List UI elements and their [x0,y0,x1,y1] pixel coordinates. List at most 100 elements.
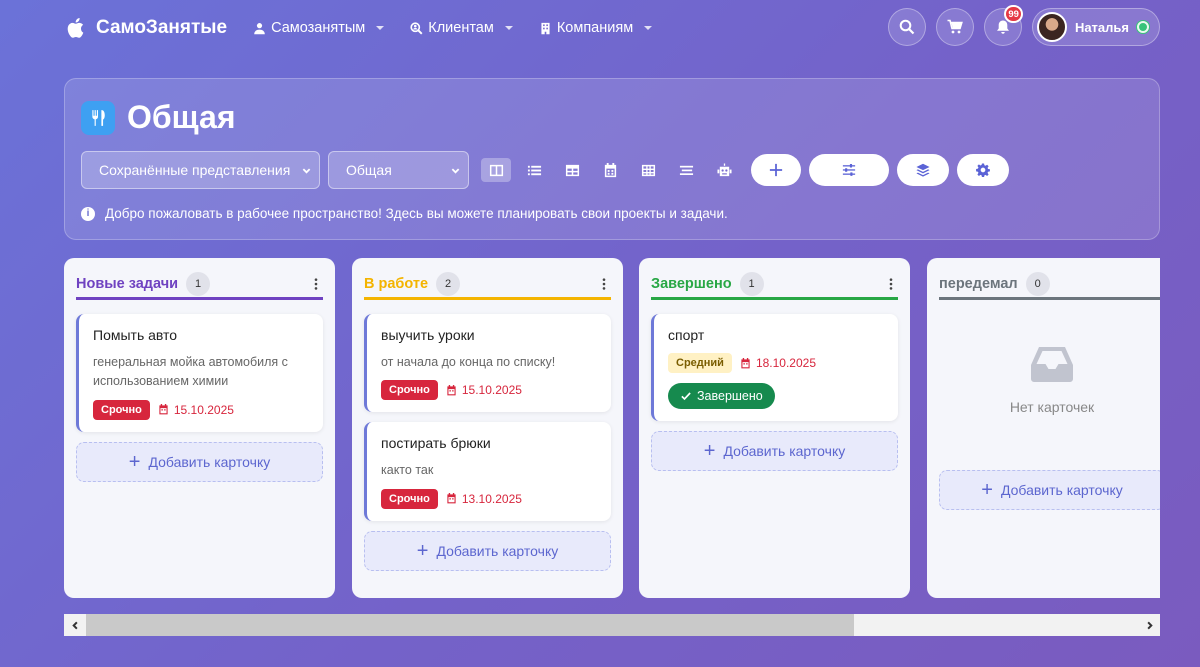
info-message: i Добро пожаловать в рабочее пространств… [81,206,728,221]
gear-icon [976,163,990,177]
inbox-icon [1031,347,1073,382]
column-header: В работе 2 [364,270,611,300]
due-date-text: 15.10.2025 [461,383,522,398]
grid-icon [641,164,655,176]
view-controls: Сохранённые представления Общая [81,151,1009,189]
priority-badge: Средний [668,353,732,373]
saved-views-select[interactable]: Сохранённые представления [81,151,320,189]
completed-status-button[interactable]: Завершено [668,383,775,409]
search-icon [899,19,915,35]
page-title: Общая [127,99,236,135]
due-date-text: 15.10.2025 [173,402,234,417]
view-calendar-button[interactable] [595,158,625,182]
view-grid-button[interactable] [633,158,663,182]
column-count-badge: 2 [436,271,461,296]
cart-icon [947,19,963,34]
layers-button[interactable] [897,154,949,186]
due-date-text: 18.10.2025 [755,356,816,370]
column-title: передемал [939,275,1018,292]
scrollbar-thumb[interactable] [86,614,854,636]
chevron-down-icon [504,26,513,30]
layers-icon [916,163,930,177]
add-card-button[interactable]: + Добавить карточку [76,441,323,482]
due-date: 15.10.2025 [158,403,234,417]
horizontal-scrollbar[interactable] [64,614,1160,636]
search-button[interactable] [887,8,926,46]
check-icon [681,392,691,401]
filters-button[interactable] [809,154,889,186]
sliders-icon [842,164,856,176]
card-description: както так [381,463,434,478]
nav-menu-clients[interactable]: Клиентам [410,20,513,36]
search-user-icon [410,21,423,34]
add-card-button[interactable]: + Добавить карточку [939,470,1160,510]
chevron-left-icon [71,621,78,629]
add-button[interactable] [751,154,801,186]
card-description: от начала до конца по списку! [381,355,556,369]
column-header: Завершено 1 [651,270,898,300]
empty-column-placeholder: Нет карточек [939,300,1160,460]
completed-status-label: Завершено [697,389,763,403]
column-header: передемал 0 [939,270,1160,300]
view-timeline-button[interactable] [671,158,701,182]
settings-button[interactable] [957,154,1009,186]
column-title: Завершено [651,275,732,292]
calendar-icon [447,493,456,504]
column-title: В работе [364,275,429,292]
calendar-icon [159,404,168,415]
card-meta: Срочно 13.10.2025 [381,488,597,509]
calendar-icon [741,357,750,368]
column-count-badge: 0 [1025,271,1050,296]
task-card[interactable]: Помыть авто генеральная мойка автомобиля… [76,314,323,432]
task-card[interactable]: выучить уроки от начала до конца по спис… [364,314,611,413]
scroll-left-button[interactable] [64,614,86,636]
view-table-button[interactable] [557,158,587,182]
automation-button[interactable] [709,158,739,182]
brand-name: СамоЗанятые [96,17,228,38]
align-icon [679,165,693,175]
more-vertical-icon[interactable] [884,277,898,291]
card-title: постирать брюки [381,435,491,452]
chevron-down-icon [644,26,653,30]
task-card[interactable]: постирать брюки както так Срочно 13.10.2… [364,422,611,521]
view-list-button[interactable] [519,158,549,182]
apple-icon [67,18,84,38]
avatar [1036,12,1067,42]
more-vertical-icon[interactable] [597,277,611,291]
notifications-button[interactable]: 99 [983,5,1023,46]
column-in-progress: В работе 2 выучить уроки от начала до ко… [352,258,623,598]
user-name: Наталья [1074,19,1129,35]
kanban-board: Новые задачи 1 Помыть авто генеральная м… [64,258,1160,598]
chevron-down-icon [302,168,311,174]
info-icon: i [81,206,95,221]
plus-icon: + [703,440,716,462]
current-view-select[interactable]: Общая [328,151,469,189]
chevron-right-icon [1146,621,1153,629]
title-row: Общая [81,99,236,136]
card-title: Помыть авто [93,327,178,343]
robot-icon [716,162,732,176]
column-header: Новые задачи 1 [76,270,323,300]
card-title: выучить уроки [381,327,475,343]
brand-logo[interactable]: СамоЗанятые [64,16,227,40]
card-meta: Срочно 15.10.2025 [93,399,309,420]
card-meta: Срочно 15.10.2025 [381,380,597,401]
plus-icon [769,163,783,177]
column-new-tasks: Новые задачи 1 Помыть авто генеральная м… [64,258,335,598]
task-card[interactable]: спорт Средний 18.10.2025 Завершено [651,314,898,421]
nav-menu-self-employed[interactable]: Самозанятым [253,20,385,36]
nav-menu-label: Компаниям [556,20,634,36]
notifications-count-badge: 99 [1004,5,1023,23]
add-card-button[interactable]: + Добавить карточку [364,530,611,571]
view-kanban-button[interactable] [481,158,511,182]
cart-button[interactable] [935,8,974,46]
scroll-right-button[interactable] [1138,614,1160,636]
nav-menu-label: Самозанятым [271,20,366,36]
more-vertical-icon[interactable] [309,277,323,291]
add-card-button[interactable]: + Добавить карточку [651,431,898,471]
info-text: Добро пожаловать в рабочее пространство!… [105,206,728,221]
due-date-text: 13.10.2025 [461,491,522,506]
current-view-label: Общая [346,162,392,178]
user-menu-button[interactable]: Наталья [1031,8,1160,46]
nav-menu-companies[interactable]: Компаниям [539,20,653,36]
